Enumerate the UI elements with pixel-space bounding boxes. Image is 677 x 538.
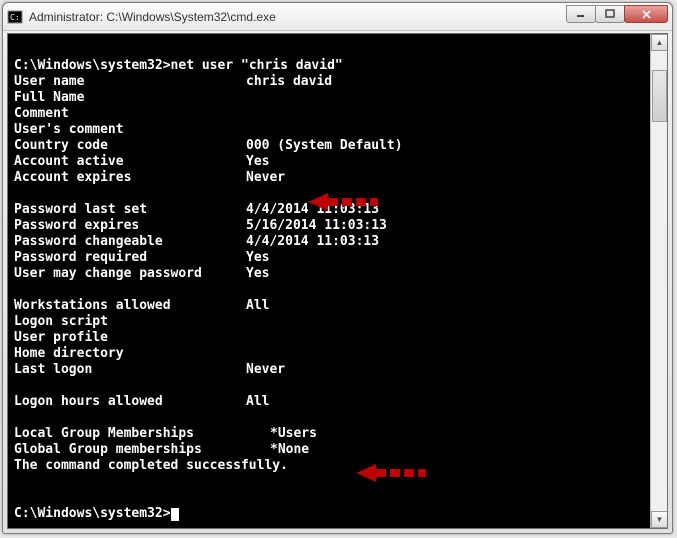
out-pw-expires: Password expires5/16/2014 11:03:13 — [14, 218, 387, 233]
vertical-scrollbar[interactable]: ▲ ▼ — [650, 34, 667, 528]
blank-line — [14, 42, 22, 57]
terminal-output[interactable]: C:\Windows\system32>net user "chris davi… — [8, 34, 650, 528]
minimize-button[interactable] — [566, 5, 596, 23]
out-last-logon: Last logonNever — [14, 362, 285, 377]
out-user-name: User namechris david — [14, 74, 332, 89]
out-full-name: Full Name — [14, 90, 84, 105]
out-users-comment: User's comment — [14, 122, 124, 137]
out-pw-changeable: Password changeable4/4/2014 11:03:13 — [14, 234, 379, 249]
out-account-expires: Account expiresNever — [14, 170, 285, 185]
out-logon-script: Logon script — [14, 314, 108, 329]
cmd-window: C: Administrator: C:\Windows\System32\cm… — [2, 2, 673, 534]
out-local-groups: Local Group Memberships*Users — [14, 426, 317, 441]
blank-line — [14, 410, 22, 425]
out-workstations: Workstations allowedAll — [14, 298, 269, 313]
prompt-line-2: C:\Windows\system32> — [14, 506, 179, 521]
out-comment: Comment — [14, 106, 69, 121]
out-global-groups: Global Group memberships*None — [14, 442, 309, 457]
blank-line — [14, 490, 22, 505]
client-area: C:\Windows\system32>net user "chris davi… — [7, 33, 668, 529]
cursor — [171, 508, 179, 521]
out-user-may-change: User may change passwordYes — [14, 266, 269, 281]
blank-line — [14, 378, 22, 393]
out-country-code: Country code000 (System Default) — [14, 138, 403, 153]
out-account-active: Account activeYes — [14, 154, 269, 169]
out-home-dir: Home directory — [14, 346, 124, 361]
out-logon-hours: Logon hours allowedAll — [14, 394, 269, 409]
out-user-profile: User profile — [14, 330, 108, 345]
close-button[interactable] — [624, 5, 668, 23]
out-pw-required: Password requiredYes — [14, 250, 269, 265]
window-controls — [567, 10, 668, 23]
blank-line — [14, 282, 22, 297]
cmd-icon: C: — [7, 9, 23, 25]
maximize-button[interactable] — [595, 5, 625, 23]
window-title: Administrator: C:\Windows\System32\cmd.e… — [29, 10, 567, 24]
out-completed: The command completed successfully. — [14, 458, 288, 473]
svg-text:C:: C: — [10, 13, 20, 22]
scroll-down-button[interactable]: ▼ — [651, 511, 668, 528]
scroll-up-button[interactable]: ▲ — [651, 34, 668, 51]
prompt-line: C:\Windows\system32>net user "chris davi… — [14, 58, 343, 73]
out-pw-last-set: Password last set4/4/2014 11:03:13 — [14, 202, 379, 217]
titlebar[interactable]: C: Administrator: C:\Windows\System32\cm… — [3, 3, 672, 31]
scroll-thumb[interactable] — [652, 70, 667, 122]
blank-line — [14, 186, 22, 201]
blank-line — [14, 474, 22, 489]
